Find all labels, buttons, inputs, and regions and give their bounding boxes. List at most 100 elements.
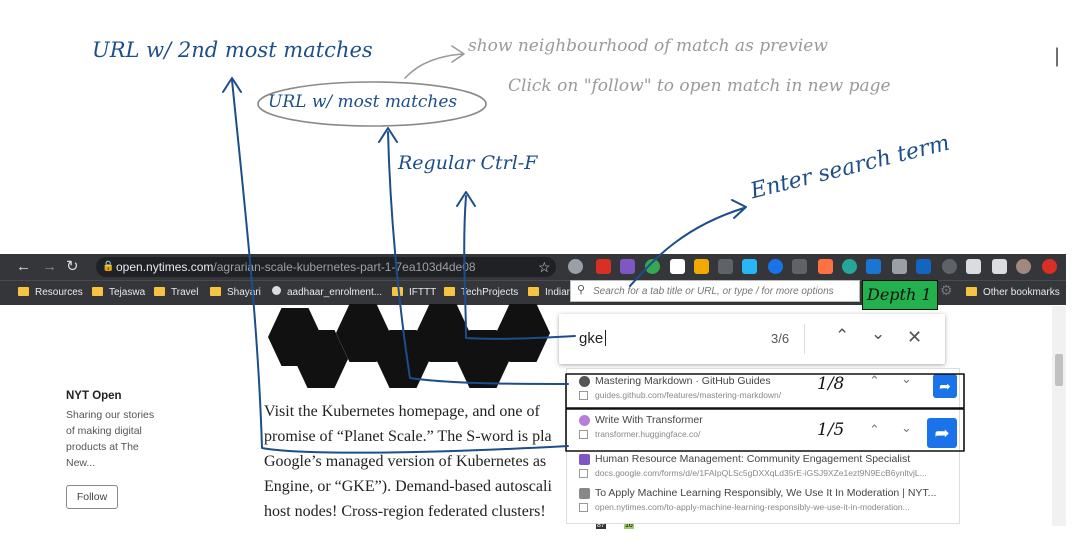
annotation-regular-ctrlf: Regular Ctrl-F (398, 152, 538, 174)
tab-search-bar[interactable]: ⚲ (570, 280, 860, 302)
bookmark-item[interactable]: aadhaar_enrolment... (272, 285, 382, 301)
select-checkbox[interactable] (579, 469, 588, 478)
find-input[interactable]: gke (579, 330, 603, 347)
bookmark-item[interactable]: Travel (154, 285, 198, 301)
match-ratio: 1/8 (817, 374, 845, 394)
folder-icon (154, 287, 165, 296)
blue-arrowhead (222, 77, 242, 93)
close-icon[interactable]: ✕ (907, 327, 922, 348)
result-url: docs.google.com/forms/d/e/1FAIpQLSc5gDXX… (595, 468, 927, 478)
lock-icon: 🔒 (102, 261, 115, 272)
forward-icon[interactable]: → (42, 258, 57, 276)
folder-icon (392, 287, 403, 296)
follow-match-button[interactable]: ➦ (927, 418, 957, 448)
article-line: promise of “Planet Scale.” The S-word is… (264, 428, 552, 445)
list-item[interactable]: To Apply Machine Learning Responsibly, W… (567, 483, 959, 517)
scrollbar-thumb[interactable] (1055, 354, 1063, 386)
depth-label: Depth 1 (867, 285, 932, 304)
text-cursor (605, 330, 606, 346)
folder-icon (210, 287, 221, 296)
result-title: Human Resource Management: Community Eng… (595, 453, 911, 465)
extension-icon[interactable] (818, 259, 833, 274)
avatar[interactable] (1016, 259, 1031, 274)
extension-icon[interactable] (916, 259, 931, 274)
extension-icon[interactable] (966, 259, 981, 274)
chevron-up-icon[interactable]: ⌃ (869, 422, 880, 438)
address-bar[interactable]: 🔒 open.nytimes.com/agrarian-scale-kubern… (96, 257, 556, 277)
chevron-down-icon[interactable]: ⌄ (871, 324, 885, 344)
select-checkbox[interactable] (579, 503, 588, 512)
search-icon[interactable] (768, 259, 783, 274)
extension-icon[interactable] (742, 259, 757, 274)
blue-arrowhead (378, 127, 398, 143)
google-forms-icon (579, 454, 590, 465)
bookmark-item[interactable]: TechProjects (444, 285, 518, 301)
select-checkbox[interactable] (579, 391, 588, 400)
nyt-icon (579, 488, 590, 499)
bookmark-item[interactable]: Resources (18, 285, 83, 301)
search-icon: ⚲ (577, 284, 586, 296)
bookmark-item-other[interactable]: Other bookmarks (966, 285, 1060, 301)
result-url: guides.github.com/features/mastering-mar… (595, 390, 782, 400)
folder-icon (18, 287, 29, 296)
url-host: open.nytimes.com (116, 260, 214, 274)
divider (804, 324, 805, 354)
result-title: Mastering Markdown · GitHub Guides (595, 375, 771, 387)
extension-icon[interactable] (620, 259, 635, 274)
github-icon (579, 376, 590, 387)
tab-search-input[interactable] (593, 283, 855, 299)
result-url: transformer.huggingface.co/ (595, 429, 701, 439)
result-title: Write With Transformer (595, 414, 703, 426)
globe-icon[interactable] (568, 259, 583, 274)
follow-button[interactable]: Follow (66, 485, 118, 509)
blue-arrowhead (456, 191, 476, 207)
article-line: Google’s managed version of Kubernetes a… (264, 453, 547, 470)
chevron-down-icon[interactable]: ⌄ (901, 420, 912, 436)
folder-icon (528, 287, 539, 296)
extension-icon[interactable] (694, 259, 709, 274)
transformer-icon (579, 415, 590, 426)
bookmark-item[interactable]: Shayari (210, 285, 261, 301)
bookmark-item[interactable]: Tejaswa (92, 285, 145, 301)
list-item[interactable]: Write With Transformer transformer.huggi… (567, 410, 959, 448)
sidebar-description: Sharing our stories of making digital pr… (66, 409, 155, 469)
extension-icon[interactable] (645, 259, 660, 274)
list-item[interactable]: Human Resource Management: Community Eng… (567, 449, 959, 483)
list-item[interactable]: Mastering Markdown · GitHub Guides guide… (567, 371, 959, 405)
bookmark-item[interactable]: IFTTT (392, 285, 436, 301)
folder-icon (444, 287, 455, 296)
update-icon[interactable] (1042, 259, 1057, 274)
gray-arrowhead (451, 45, 465, 63)
result-url: open.nytimes.com/to-apply-machine-learni… (595, 502, 910, 512)
back-icon[interactable]: ← (16, 258, 31, 276)
annotation-url-2nd-most: URL w/ 2nd most matches (92, 38, 373, 62)
extension-icon[interactable] (892, 259, 907, 274)
puzzle-icon[interactable] (992, 259, 1007, 274)
annotation-enter-search: Enter search term (748, 130, 953, 205)
reload-icon[interactable]: ↻ (66, 258, 79, 276)
extension-icon[interactable] (792, 259, 807, 274)
bookmark-item[interactable]: Indian (528, 285, 572, 301)
scrollbar[interactable] (1052, 306, 1066, 526)
extension-icon[interactable] (670, 259, 685, 274)
url-path: /agrarian-scale-kubernetes-part-1-7ea103… (213, 260, 476, 274)
gray-arrow-stroke (404, 53, 463, 79)
result-title: To Apply Machine Learning Responsibly, W… (595, 487, 937, 499)
extension-icon[interactable] (842, 259, 857, 274)
extension-icon[interactable] (942, 259, 957, 274)
depth-selector[interactable]: Depth 1 (862, 280, 938, 310)
select-checkbox[interactable] (579, 430, 588, 439)
browser-toolbar: ← → ↻ 🔒 open.nytimes.com/agrarian-scale-… (0, 254, 1066, 529)
star-icon[interactable]: ☆ (538, 258, 551, 276)
extension-icon[interactable] (866, 259, 881, 274)
results-list: Mastering Markdown · GitHub Guides guide… (566, 368, 960, 524)
extension-icon[interactable] (596, 259, 611, 274)
folder-icon (966, 287, 977, 296)
extension-icon[interactable] (718, 259, 733, 274)
follow-match-button[interactable]: ➦ (933, 374, 957, 398)
chevron-down-icon[interactable]: ⌄ (901, 371, 912, 387)
gear-icon[interactable]: ⚙ (940, 282, 953, 299)
chevron-up-icon[interactable]: ⌃ (869, 373, 880, 389)
chevron-up-icon[interactable]: ⌃ (835, 326, 849, 346)
article-line: Engine, or “GKE”). Demand-based autoscal… (264, 478, 552, 495)
